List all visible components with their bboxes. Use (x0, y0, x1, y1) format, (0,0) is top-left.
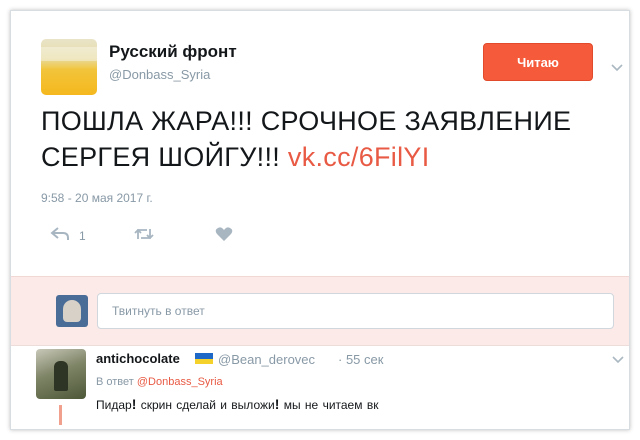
tweet-text: ПОШЛА ЖАРА!!! СРОЧНОЕ ЗАЯВЛЕНИЕ СЕРГЕЯ Ш… (41, 103, 611, 175)
reply-text-part: мы не читаем вк (279, 398, 379, 412)
reply-icon[interactable] (49, 226, 71, 246)
reply-time[interactable]: · 55 сек (338, 352, 383, 367)
chevron-down-icon[interactable] (610, 63, 624, 73)
reply-text-part: скрин сделай и выложи (136, 398, 275, 412)
following-button[interactable]: Читаю (483, 43, 593, 81)
reply-author-handle[interactable]: @Bean_derovec (218, 352, 315, 367)
reply-text: Пидар! скрин сделай и выложи! мы не чита… (96, 396, 378, 412)
reply-text-part: Пидар (96, 398, 132, 412)
chevron-down-icon[interactable] (611, 355, 625, 368)
author-handle[interactable]: @Donbass_Syria (109, 67, 210, 82)
in-reply-prefix: В ответ (96, 376, 137, 388)
thread-line (59, 405, 62, 425)
in-reply-handle[interactable]: @Donbass_Syria (137, 376, 223, 388)
ukraine-flag-icon (195, 353, 213, 364)
heart-icon[interactable] (215, 226, 233, 246)
author-display-name[interactable]: Русский фронт (109, 42, 237, 62)
tweet-card: Русский фронт @Donbass_Syria Читаю ПОШЛА… (10, 10, 630, 430)
tweet-timestamp[interactable]: 9:58 - 20 мая 2017 г. (41, 191, 153, 205)
reply-count: 1 (79, 229, 86, 243)
reply-author-avatar[interactable] (36, 349, 86, 399)
reply-compose-area: Твитнуть в ответ (11, 276, 629, 346)
author-avatar[interactable] (41, 39, 97, 95)
reply-author-name[interactable]: antichocolate (96, 351, 180, 366)
tweet-link[interactable]: vk.cc/6FilYI (288, 142, 430, 172)
reply-input[interactable]: Твитнуть в ответ (97, 293, 614, 329)
retweet-icon[interactable] (133, 226, 155, 246)
in-reply-to: В ответ @Donbass_Syria (96, 376, 223, 388)
current-user-avatar (56, 295, 88, 327)
